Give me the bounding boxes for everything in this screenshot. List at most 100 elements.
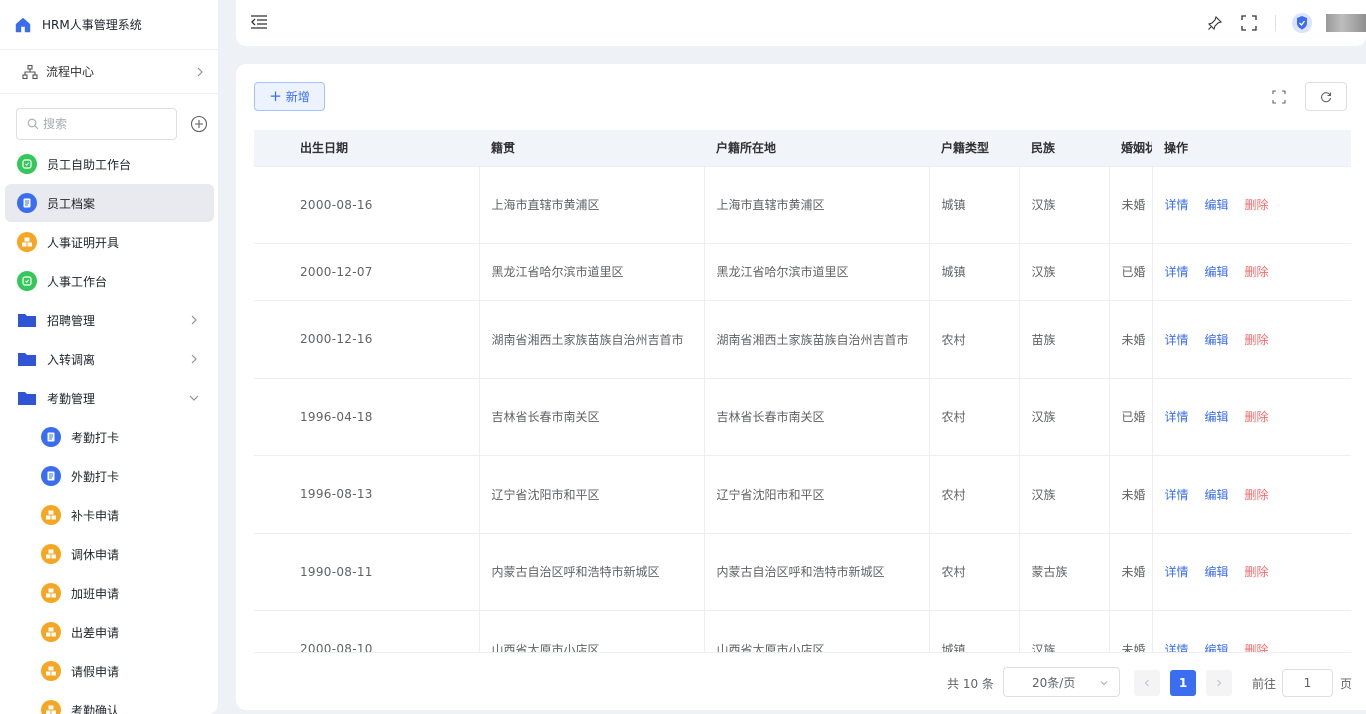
prev-page-button[interactable] xyxy=(1134,670,1160,696)
add-circle-icon[interactable] xyxy=(190,115,208,133)
delete-link[interactable]: 删除 xyxy=(1245,565,1269,579)
delete-link[interactable]: 删除 xyxy=(1245,643,1269,653)
add-button[interactable]: + 新增 xyxy=(254,82,325,111)
chevron-down-icon xyxy=(1100,681,1108,686)
edit-link[interactable]: 编辑 xyxy=(1205,410,1229,424)
sidebar: HRM人事管理系统 流程中心 员工自助工作台员工档案人事证明开具人事工作台招聘管… xyxy=(0,0,218,714)
delete-link[interactable]: 删除 xyxy=(1245,333,1269,347)
edit-link[interactable]: 编辑 xyxy=(1205,488,1229,502)
cell-hukou-type: 城镇 xyxy=(929,243,1020,301)
table-fullscreen-icon[interactable] xyxy=(1272,90,1286,104)
cell-ethnic: 汉族 xyxy=(1019,610,1110,652)
cell-native: 吉林省长春市南关区 xyxy=(479,378,705,456)
pagination: 共 10 条 20条/页 1 前往 页 xyxy=(236,667,1366,697)
fullscreen-icon[interactable] xyxy=(1241,15,1257,31)
col-header-ethnic[interactable]: 民族 xyxy=(1019,130,1109,167)
cell-marital: 未婚 xyxy=(1109,533,1153,611)
sidebar-item-label: 人事证明开具 xyxy=(47,235,120,250)
page-size-value: 20条/页 xyxy=(1032,675,1076,690)
col-header-hukou-type[interactable]: 户籍类型 xyxy=(929,130,1019,167)
sidebar-search[interactable] xyxy=(16,107,177,140)
detail-link[interactable]: 详情 xyxy=(1165,333,1189,347)
cell-marital: 未婚 xyxy=(1109,610,1153,652)
sidebar-item-4[interactable]: 招聘管理 xyxy=(5,301,214,339)
sidebar-item-label: 入转调离 xyxy=(47,352,96,367)
page-number-button[interactable]: 1 xyxy=(1170,670,1196,696)
sidebar-item-label: 招聘管理 xyxy=(47,313,96,328)
cell-hukou-type: 农村 xyxy=(929,455,1020,534)
cell-hukou-type: 农村 xyxy=(929,378,1020,456)
goto-page-input[interactable] xyxy=(1282,669,1333,697)
flow-center-item[interactable]: 流程中心 xyxy=(0,50,218,94)
edit-link[interactable]: 编辑 xyxy=(1205,565,1229,579)
sidebar-item-14[interactable]: 考勤确认 xyxy=(5,691,214,714)
edit-link[interactable]: 编辑 xyxy=(1205,333,1229,347)
detail-link[interactable]: 详情 xyxy=(1165,643,1189,653)
cell-actions: 详情 编辑 删除 xyxy=(1152,300,1351,379)
chevron-right-icon xyxy=(191,315,197,325)
delete-link[interactable]: 删除 xyxy=(1245,198,1269,212)
user-avatar[interactable] xyxy=(1326,14,1366,32)
sidebar-item-8[interactable]: 外勤打卡 xyxy=(5,457,214,495)
blocks-icon xyxy=(41,700,61,714)
folder-icon xyxy=(18,353,36,366)
detail-link[interactable]: 详情 xyxy=(1165,198,1189,212)
sidebar-item-6[interactable]: 考勤管理 xyxy=(5,379,214,417)
sidebar-item-3[interactable]: 人事工作台 xyxy=(5,262,214,300)
blocks-icon xyxy=(41,505,61,525)
delete-link[interactable]: 删除 xyxy=(1245,488,1269,502)
cell-birth: 2000-08-10 xyxy=(254,610,480,652)
cell-birth: 1996-04-18 xyxy=(254,378,480,456)
sidebar-item-label: 补卡申请 xyxy=(71,508,120,523)
delete-link[interactable]: 删除 xyxy=(1245,265,1269,279)
table-row: 2000-12-07 黑龙江省哈尔滨市道里区 黑龙江省哈尔滨市道里区 城镇 汉族 已婚 详情… xyxy=(254,243,1351,301)
refresh-button[interactable] xyxy=(1305,82,1347,111)
pin-icon[interactable] xyxy=(1207,15,1223,31)
shield-avatar-icon[interactable] xyxy=(1292,12,1312,34)
detail-link[interactable]: 详情 xyxy=(1165,565,1189,579)
cell-actions: 详情 编辑 删除 xyxy=(1152,378,1351,456)
goto-label: 前往 xyxy=(1252,677,1277,691)
col-header-marital[interactable]: 婚姻状况 xyxy=(1109,130,1152,167)
sidebar-item-label: 员工档案 xyxy=(47,196,96,211)
cell-native: 内蒙古自治区呼和浩特市新城区 xyxy=(479,533,705,611)
next-page-button[interactable] xyxy=(1206,670,1232,696)
collapse-menu-icon[interactable] xyxy=(250,14,268,30)
sidebar-item-10[interactable]: 调休申请 xyxy=(5,535,214,573)
detail-link[interactable]: 详情 xyxy=(1165,488,1189,502)
cell-actions: 详情 编辑 删除 xyxy=(1152,243,1351,301)
search-icon xyxy=(27,118,39,129)
col-header-native[interactable]: 籍贯 xyxy=(479,130,704,167)
edit-link[interactable]: 编辑 xyxy=(1205,643,1229,653)
brand[interactable]: HRM人事管理系统 xyxy=(0,0,218,50)
sidebar-item-2[interactable]: 人事证明开具 xyxy=(5,223,214,261)
sidebar-item-1[interactable]: 员工档案 xyxy=(5,184,214,222)
sidebar-item-0[interactable]: 员工自助工作台 xyxy=(5,145,214,183)
cell-native: 湖南省湘西土家族苗族自治州吉首市 xyxy=(479,300,705,379)
sidebar-item-5[interactable]: 入转调离 xyxy=(5,340,214,378)
header-divider xyxy=(1275,15,1276,31)
org-chart-icon xyxy=(22,64,38,79)
folder-icon xyxy=(18,314,36,327)
page-size-select[interactable]: 20条/页 xyxy=(1003,667,1120,697)
detail-link[interactable]: 详情 xyxy=(1165,265,1189,279)
sidebar-item-13[interactable]: 请假申请 xyxy=(5,652,214,690)
workbench-icon xyxy=(17,154,37,174)
sidebar-item-9[interactable]: 补卡申请 xyxy=(5,496,214,534)
sidebar-item-12[interactable]: 出差申请 xyxy=(5,613,214,651)
search-input[interactable] xyxy=(43,116,163,131)
cell-hukou: 湖南省湘西土家族苗族自治州吉首市 xyxy=(704,300,930,379)
edit-link[interactable]: 编辑 xyxy=(1205,198,1229,212)
detail-link[interactable]: 详情 xyxy=(1165,410,1189,424)
sidebar-item-7[interactable]: 考勤打卡 xyxy=(5,418,214,456)
chevron-down-icon xyxy=(189,395,199,401)
sidebar-item-11[interactable]: 加班申请 xyxy=(5,574,214,612)
chevron-right-icon xyxy=(1217,679,1222,687)
col-header-hukou[interactable]: 户籍所在地 xyxy=(704,130,929,167)
col-header-birth[interactable]: 出生日期 xyxy=(254,130,479,167)
chevron-right-icon xyxy=(197,67,203,76)
delete-link[interactable]: 删除 xyxy=(1245,410,1269,424)
cell-marital: 未婚 xyxy=(1109,455,1153,534)
edit-link[interactable]: 编辑 xyxy=(1205,265,1229,279)
cell-hukou-type: 城镇 xyxy=(929,166,1020,244)
